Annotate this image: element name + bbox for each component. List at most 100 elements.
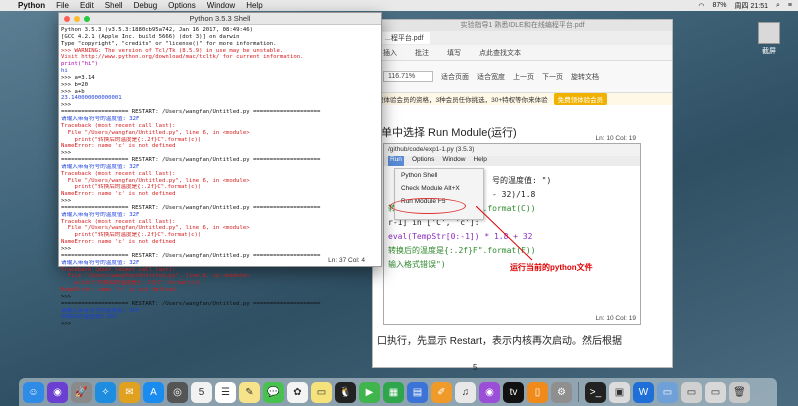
books-icon[interactable]: ▯ bbox=[527, 381, 548, 403]
shell-line: Type "copyright", "credits" or "license(… bbox=[61, 40, 277, 47]
shell-line: File "/Users/wangfan/Untitled.py", line … bbox=[61, 225, 250, 232]
image-capture-icon[interactable]: ◎ bbox=[167, 381, 188, 403]
screenshot-label: 截屏 bbox=[762, 48, 776, 55]
page-number: 5 bbox=[473, 363, 478, 372]
siri-icon[interactable]: ◉ bbox=[47, 381, 68, 403]
fill-button[interactable]: 填写 bbox=[447, 48, 461, 58]
shell-line: >>> bbox=[61, 150, 72, 157]
clock[interactable]: 周四 21:51 bbox=[735, 1, 768, 11]
menu-shell[interactable]: Shell bbox=[105, 1, 123, 10]
downloads-icon[interactable]: ▭ bbox=[657, 381, 678, 403]
itunes-icon[interactable]: ♫ bbox=[455, 381, 476, 403]
menu-item-check-module: Check Module Alt+X bbox=[401, 185, 460, 192]
shell-line: NameError: name 'c' is not defined bbox=[61, 143, 176, 150]
prev-page-button[interactable]: 上一页 bbox=[513, 72, 534, 82]
section-heading: 单中选择 Run Module(运行) bbox=[381, 127, 517, 139]
preview-icon[interactable]: ▣ bbox=[609, 381, 630, 403]
menu-edit[interactable]: Edit bbox=[80, 1, 94, 10]
embed-menu-window: Window bbox=[442, 156, 466, 163]
photos-icon[interactable]: ✿ bbox=[287, 381, 308, 403]
desktop-screenshot-file[interactable]: 截屏 bbox=[742, 22, 796, 56]
trash-icon[interactable]: 🗑 bbox=[729, 381, 750, 403]
shell-line: >>> bbox=[61, 321, 72, 328]
photos-preview-icon[interactable]: ✉ bbox=[119, 381, 140, 403]
embed-status: Ln: 10 Col: 19 bbox=[595, 315, 636, 322]
fit-width-button[interactable]: 适合宽度 bbox=[477, 72, 505, 82]
pdf-tab[interactable]: ...程平台.pdf bbox=[379, 32, 430, 44]
python-shell-window[interactable]: Python 3.5.3 Shell Python 3.5.3 (v3.5.3:… bbox=[58, 12, 382, 327]
notes-icon[interactable]: ✎ bbox=[239, 381, 260, 403]
shell-line: print("转换后的温度是{:.2f}C".format(c)) bbox=[61, 232, 202, 239]
shell-line: 请输入带有符号的温度值: 32F bbox=[61, 307, 140, 314]
embed-menu-run: Run bbox=[388, 156, 404, 166]
shell-line: Traceback (most recent call last): bbox=[61, 122, 176, 129]
wifi-icon[interactable]: ◠ bbox=[698, 2, 704, 10]
shell-line: Python 3.5.3 (v3.5.3:1880cb95a742, Jan 1… bbox=[61, 27, 253, 33]
wps-icon[interactable]: W bbox=[633, 381, 654, 403]
shell-line: File "/Users/wangfan/Untitled.py", line … bbox=[61, 129, 250, 136]
terminal-icon[interactable]: >_ bbox=[585, 381, 606, 403]
shell-line: print("转换后的温度是{:.2f}C".format(c)) bbox=[61, 136, 202, 143]
shell-line: print("转换后的温度是{:.2f}C".format(c)) bbox=[61, 184, 202, 191]
battery-percent[interactable]: 87% bbox=[713, 2, 727, 9]
status-area: ◠ 87% 周四 21:51 ⌕ ≡ bbox=[698, 0, 792, 11]
qq-icon[interactable]: 🐧 bbox=[335, 381, 356, 403]
shell-line: 转换后的温度是0.00C bbox=[61, 314, 117, 321]
shell-line: ==================== RESTART: /Users/wan… bbox=[61, 157, 321, 164]
menu-file[interactable]: File bbox=[56, 1, 69, 10]
system-preferences-icon[interactable]: ⚙ bbox=[551, 381, 572, 403]
menu-debug[interactable]: Debug bbox=[134, 1, 158, 10]
safari-icon[interactable]: ✧ bbox=[95, 381, 116, 403]
annotate-button[interactable]: 批注 bbox=[415, 48, 429, 58]
annotation-arrow bbox=[476, 206, 533, 261]
menu-options[interactable]: Options bbox=[168, 1, 196, 10]
launchpad-icon[interactable]: 🚀 bbox=[71, 381, 92, 403]
shell-line: ==================== RESTART: /Users/wan… bbox=[61, 300, 321, 307]
calendar-icon[interactable]: 5 bbox=[191, 381, 212, 403]
finder-icon[interactable]: ☺ bbox=[23, 381, 44, 403]
menu-window[interactable]: Window bbox=[207, 1, 235, 10]
shell-line: ==================== RESTART: /Users/wan… bbox=[61, 109, 321, 116]
facetime-icon[interactable]: ▶ bbox=[359, 381, 380, 403]
podcasts-icon[interactable]: ◉ bbox=[479, 381, 500, 403]
screenshot-thumb-icon[interactable] bbox=[758, 22, 780, 44]
numbers-icon[interactable]: ▦ bbox=[383, 381, 404, 403]
app-store-icon[interactable]: A bbox=[143, 381, 164, 403]
menu-python[interactable]: Python bbox=[18, 1, 45, 10]
shell-line: 请输入带有符号的温度值: 32F bbox=[61, 211, 140, 218]
shell-line: NameError: name 'c' is not defined bbox=[61, 287, 176, 294]
shell-line: Traceback (most recent call last): bbox=[61, 218, 176, 225]
next-page-button[interactable]: 下一页 bbox=[542, 72, 563, 82]
zoom-field[interactable]: 116.71% bbox=[383, 71, 433, 82]
pdf-tabbar: ...程平台.pdf bbox=[373, 31, 672, 45]
fit-page-button[interactable]: 适合页面 bbox=[441, 72, 469, 82]
shell-line: print("hi") bbox=[61, 61, 99, 68]
shell-line: File "/Users/wangfan/Untitled.py", line … bbox=[61, 177, 250, 184]
rotate-button[interactable]: 旋转文档 bbox=[571, 72, 599, 82]
embed-status-top: Ln: 10 Col: 19 bbox=[595, 135, 636, 142]
stickies-icon[interactable]: ▭ bbox=[311, 381, 332, 403]
embed-menu-help: Help bbox=[473, 156, 487, 163]
dock-separator bbox=[578, 382, 579, 402]
shell-output[interactable]: Python 3.5.3 (v3.5.3:1880cb95a742, Jan 1… bbox=[61, 27, 379, 328]
find-text-button[interactable]: 点此查找文本 bbox=[479, 48, 521, 58]
reminders-icon[interactable]: ☰ bbox=[215, 381, 236, 403]
keynote-icon[interactable]: ▤ bbox=[407, 381, 428, 403]
apple-tv-icon[interactable]: tv bbox=[503, 381, 524, 403]
messages-icon[interactable]: 💬 bbox=[263, 381, 284, 403]
shell-line: print("转换后的温度是{:.2f}C".format(c)) bbox=[61, 280, 202, 287]
shell-line: 请输入带有符号的温度值: 32F bbox=[61, 115, 140, 122]
embedded-screenshot: Ln: 10 Col: 19 /github/code/exp1-1.py (3… bbox=[383, 135, 641, 325]
banner-button[interactable]: 免费领体验会员 bbox=[553, 93, 608, 105]
search-icon[interactable]: ⌕ bbox=[776, 2, 780, 10]
menu-help[interactable]: Help bbox=[246, 1, 262, 10]
python-window-icon[interactable]: ▭ bbox=[681, 381, 702, 403]
body-text: 口执行，先显示 Restart，表示内核再次启动。然后根据 bbox=[377, 336, 623, 347]
pages-icon[interactable]: ✐ bbox=[431, 381, 452, 403]
shell-line: >>> a+b bbox=[61, 88, 85, 95]
shell-titlebar[interactable]: Python 3.5.3 Shell bbox=[59, 13, 381, 25]
insert-button[interactable]: 插入 bbox=[383, 48, 397, 58]
window-thumb-icon[interactable]: ▭ bbox=[705, 381, 726, 403]
control-center-icon[interactable]: ≡ bbox=[788, 2, 792, 9]
shell-line: Visit http://www.python.org/download/mac… bbox=[61, 54, 304, 61]
